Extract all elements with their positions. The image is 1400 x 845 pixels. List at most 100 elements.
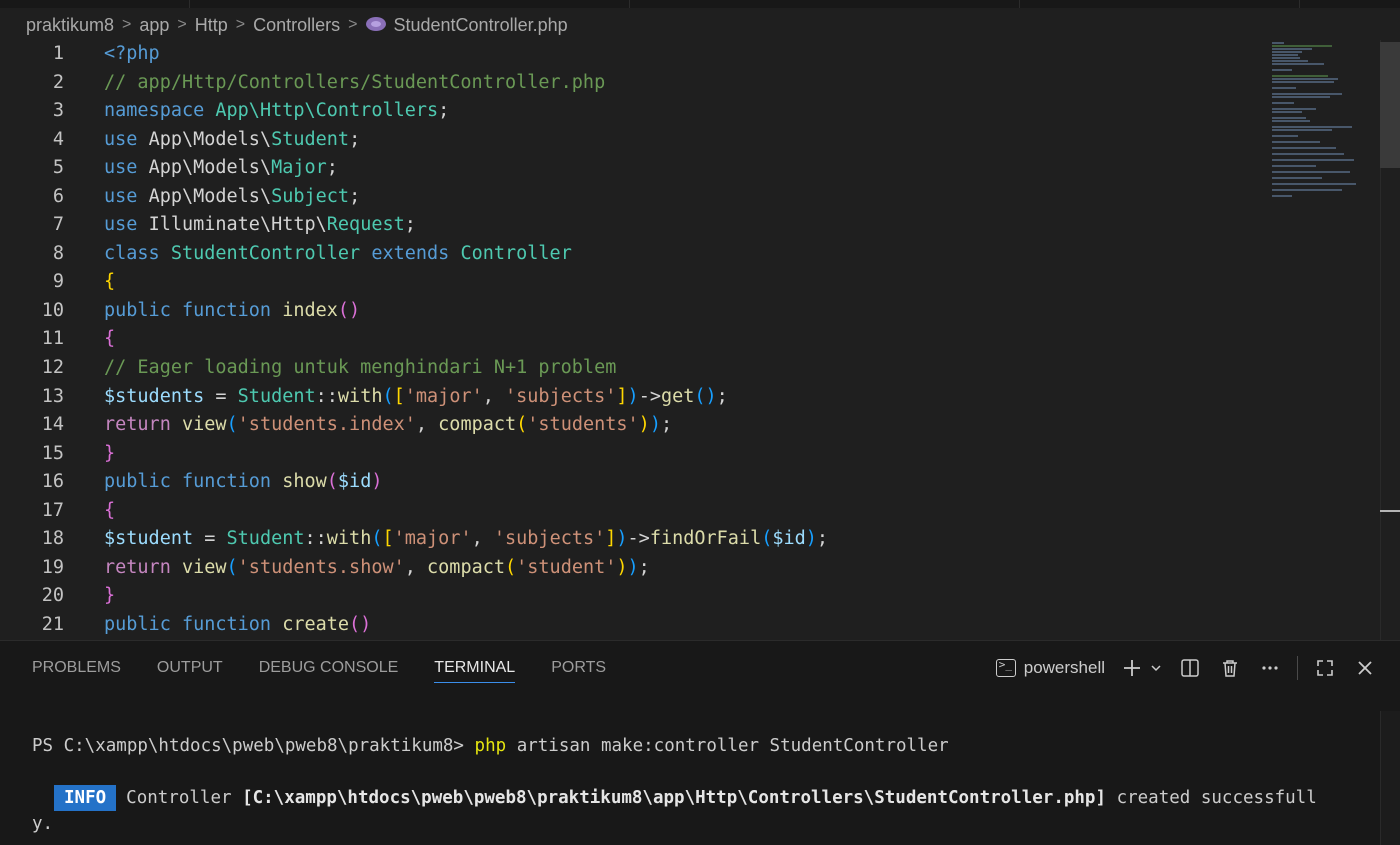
line-number: 1 (52, 43, 64, 64)
code-string: 'major' (404, 385, 483, 407)
code-line[interactable]: public function show($id) (104, 468, 1260, 497)
breadcrumb-item-http[interactable]: Http (195, 15, 228, 36)
code-line[interactable]: // app/Http/Controllers/StudentControlle… (104, 69, 1260, 98)
panel-actions: powershell (995, 641, 1378, 695)
code-function-call: view (181, 414, 227, 436)
breadcrumb-item-file[interactable]: StudentController.php (394, 15, 568, 36)
code-line[interactable]: public function index() (104, 297, 1260, 326)
code-namespace: App\Http\Controllers (215, 100, 439, 122)
code-class-name: StudentController (170, 242, 361, 264)
code-line[interactable]: } (104, 440, 1260, 469)
line-number: 2 (52, 71, 64, 93)
breadcrumb-item-app[interactable]: app (139, 15, 169, 36)
code-line[interactable]: use App\Models\Subject; (104, 183, 1260, 212)
line-number: 6 (52, 185, 64, 207)
code-type: Student (226, 528, 305, 550)
terminal-selector[interactable]: powershell (995, 658, 1105, 678)
code-keyword: function (181, 299, 272, 321)
code-line[interactable]: use App\Models\Student; (104, 126, 1260, 155)
tab-segment[interactable] (630, 0, 1020, 8)
trash-icon[interactable] (1217, 655, 1243, 681)
line-number: 16 (41, 471, 64, 493)
breadcrumb-separator: > (235, 16, 246, 33)
code-namespace: App\Models\ (148, 128, 272, 150)
terminal-output[interactable]: PS C:\xampp\htdocs\pweb\pweb8\praktikum8… (32, 733, 1376, 837)
code-string: 'students.show' (237, 556, 405, 578)
info-text: Controller (126, 788, 232, 808)
line-number: 17 (41, 499, 64, 521)
scrollbar-cursor-marker (1380, 510, 1400, 512)
line-number-gutter: 1 2 3 4 5 6 7 8 9 10 11 12 13 14 15 16 1… (0, 40, 90, 639)
more-icon[interactable] (1257, 655, 1283, 681)
tab-segment[interactable] (190, 0, 630, 8)
code-function-name: index (282, 299, 338, 321)
code-keyword: function (181, 613, 272, 635)
code-line[interactable]: { (104, 325, 1260, 354)
code-line[interactable]: return view('students.show', compact('st… (104, 554, 1260, 583)
tab-output[interactable]: OUTPUT (157, 641, 223, 695)
code-line[interactable]: namespace App\Http\Controllers; (104, 97, 1260, 126)
code-line[interactable]: use App\Models\Major; (104, 154, 1260, 183)
line-number: 4 (52, 128, 64, 150)
code-namespace: Illuminate\Http\ (148, 214, 327, 236)
line-number: 11 (41, 328, 64, 350)
php-open-tag: <?php (104, 43, 160, 64)
tab-terminal[interactable]: TERMINAL (434, 641, 515, 695)
code-keyword: namespace (104, 100, 205, 122)
code-line[interactable]: public function create() (104, 611, 1260, 640)
code-editor[interactable]: 1 2 3 4 5 6 7 8 9 10 11 12 13 14 15 16 1… (0, 40, 1400, 640)
minimap[interactable] (1272, 40, 1382, 200)
code-line[interactable]: // Eager loading untuk menghindari N+1 p… (104, 354, 1260, 383)
editor-scrollbar-thumb[interactable] (1380, 42, 1400, 168)
code-line[interactable]: { (104, 497, 1260, 526)
code-keyword: return (104, 414, 171, 436)
editor-scrollbar[interactable] (1380, 40, 1400, 640)
code-line[interactable]: $students = Student::with(['major', 'sub… (104, 383, 1260, 412)
code-line[interactable]: { (104, 268, 1260, 297)
code-namespace: App\Models\ (148, 185, 272, 207)
code-keyword: use (104, 128, 138, 150)
code-lines[interactable]: <?php // app/Http/Controllers/StudentCon… (104, 40, 1260, 639)
line-number: 3 (52, 100, 64, 122)
code-function-call: view (181, 556, 227, 578)
code-line[interactable]: class StudentController extends Controll… (104, 240, 1260, 269)
code-function-name: show (282, 471, 327, 493)
code-function-call: compact (438, 414, 517, 436)
line-number: 10 (41, 299, 64, 321)
toolbar-divider (1297, 656, 1298, 680)
tab-segment[interactable] (0, 0, 190, 8)
code-type: Student (237, 385, 316, 407)
code-line[interactable]: <?php (104, 40, 1260, 69)
code-keyword: public (104, 471, 171, 493)
code-function-call: get (660, 385, 695, 407)
code-function-call: with (337, 385, 383, 407)
split-icon[interactable] (1177, 655, 1203, 681)
code-line[interactable]: use Illuminate\Http\Request; (104, 211, 1260, 240)
close-icon[interactable] (1352, 655, 1378, 681)
code-type: Major (271, 157, 327, 179)
breadcrumb: praktikum8 > app > Http > Controllers > … (26, 12, 568, 38)
breadcrumb-separator: > (122, 16, 132, 33)
code-function-name: create (282, 613, 350, 635)
tab-segment[interactable] (1020, 0, 1300, 8)
chevron-down-icon[interactable] (1149, 655, 1163, 681)
line-number: 12 (41, 357, 64, 379)
code-variable: $students (104, 385, 205, 407)
breadcrumb-item-controllers[interactable]: Controllers (253, 15, 340, 36)
code-keyword: public (104, 613, 171, 635)
code-line[interactable]: $student = Student::with(['major', 'subj… (104, 525, 1260, 554)
code-string: 'students.index' (237, 414, 416, 436)
plus-icon[interactable] (1119, 655, 1145, 681)
code-line[interactable]: return view('students.index', compact('s… (104, 411, 1260, 440)
terminal-scrollbar[interactable] (1380, 711, 1400, 845)
tab-ports[interactable]: PORTS (551, 641, 606, 695)
terminal-info-message: INFO Controller [C:\xampp\htdocs\pweb\pwe… (32, 785, 1376, 837)
code-type: Student (271, 128, 350, 150)
tab-problems[interactable]: PROBLEMS (32, 641, 121, 695)
terminal-command-line: PS C:\xampp\htdocs\pweb\pweb8\praktikum8… (32, 733, 1376, 759)
maximize-icon[interactable] (1312, 655, 1338, 681)
code-line[interactable]: } (104, 582, 1260, 611)
line-number: 20 (41, 585, 64, 607)
tab-debug-console[interactable]: DEBUG CONSOLE (259, 641, 399, 695)
breadcrumb-item-praktikum8[interactable]: praktikum8 (26, 15, 114, 36)
